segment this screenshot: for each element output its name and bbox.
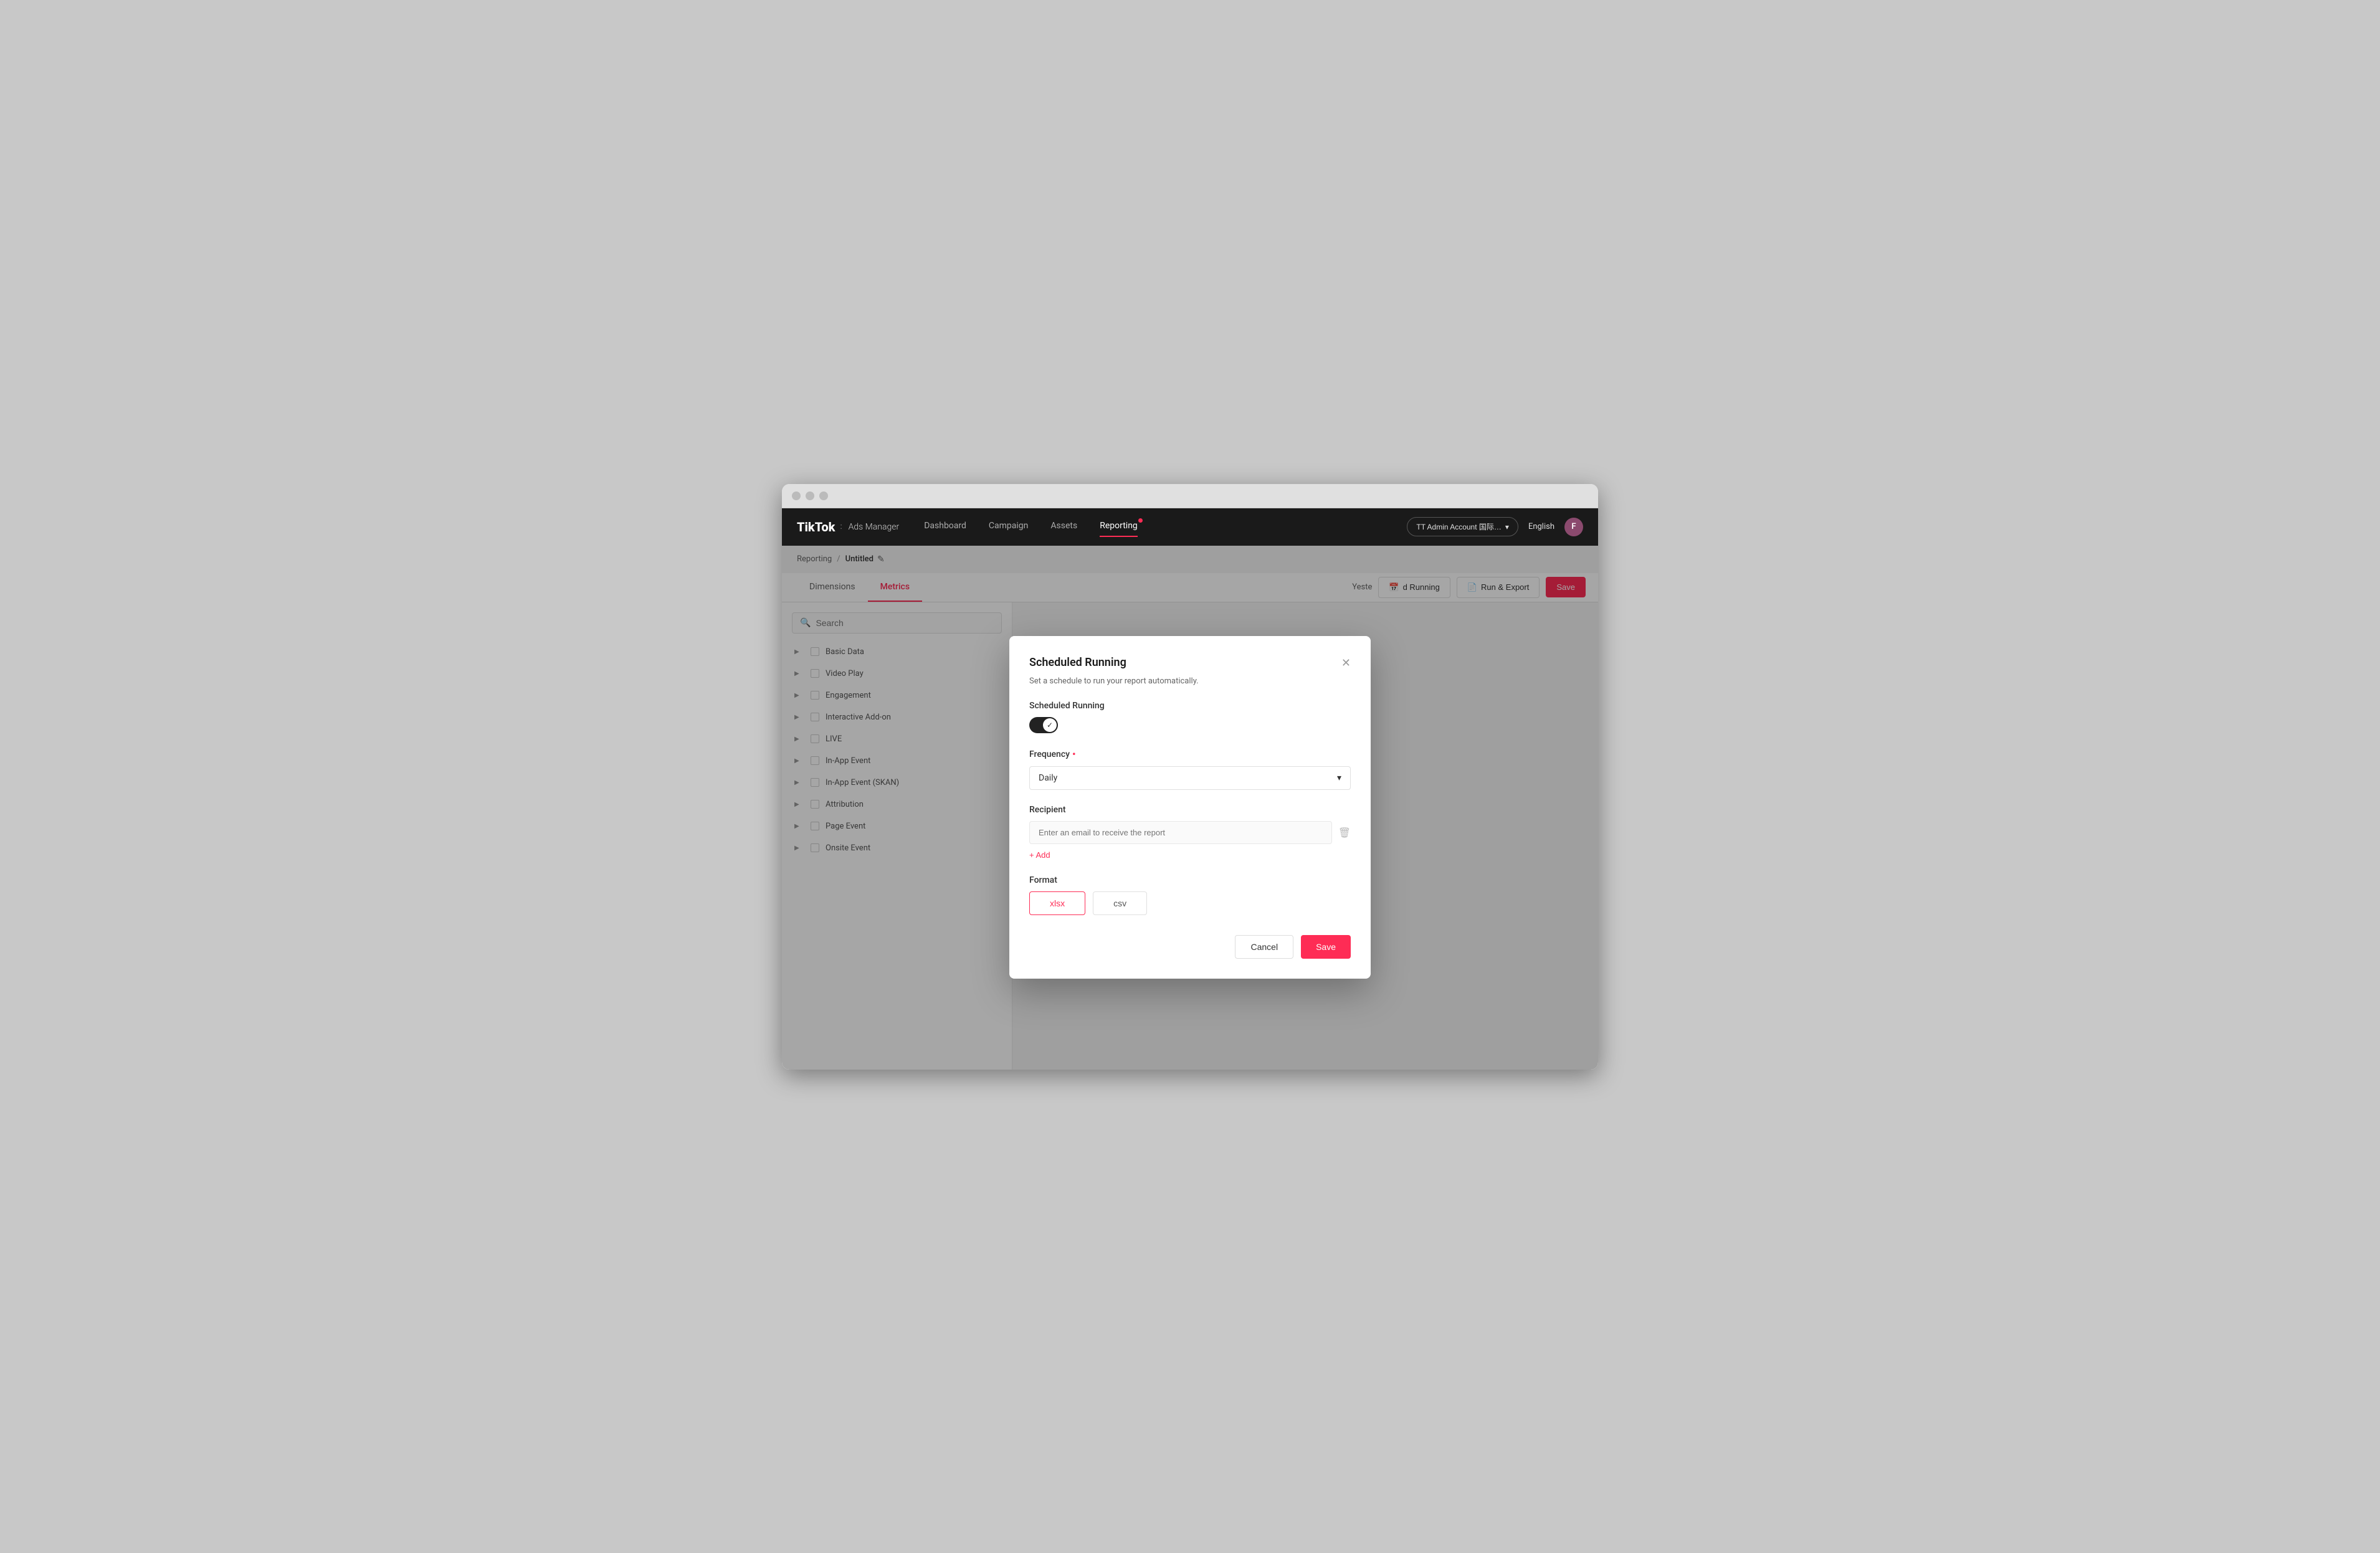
nav-links: Dashboard Campaign Assets Reporting (924, 521, 1382, 533)
required-dot: • (1072, 748, 1076, 760)
brand-logo: TikTok: Ads Manager (797, 520, 899, 534)
nav-campaign[interactable]: Campaign (989, 521, 1028, 533)
modal-save-button[interactable]: Save (1301, 935, 1351, 959)
add-recipient-button[interactable]: + Add (1029, 850, 1050, 860)
format-group: xlsx csv (1029, 891, 1351, 915)
brand-ads: Ads Manager (849, 522, 900, 532)
brand-tiktok: TikTok (797, 520, 835, 534)
email-input[interactable] (1029, 821, 1332, 844)
scheduled-running-modal: Scheduled Running ✕ Set a schedule to ru… (1009, 636, 1371, 979)
browser-dot-red (792, 492, 801, 500)
format-btn-csv[interactable]: csv (1093, 891, 1147, 915)
recipient-label: Recipient (1029, 805, 1351, 815)
toggle-knob: ✓ (1043, 718, 1057, 732)
frequency-value: Daily (1039, 773, 1057, 783)
browser-dot-green (819, 492, 828, 500)
modal-header: Scheduled Running ✕ (1029, 656, 1351, 669)
modal-cancel-button[interactable]: Cancel (1235, 935, 1293, 959)
modal-subtitle: Set a schedule to run your report automa… (1029, 677, 1351, 686)
browser-dot-yellow (806, 492, 814, 500)
account-button[interactable]: TT Admin Account 国际… ▾ (1407, 517, 1518, 536)
format-section: Format xlsx csv (1029, 875, 1351, 915)
account-label: TT Admin Account 国际… (1416, 521, 1502, 532)
delete-icon[interactable]: 🗑 (1338, 827, 1351, 838)
toggle-wrap: ✓ (1029, 717, 1351, 733)
frequency-label: Frequency • (1029, 748, 1351, 760)
scheduled-running-toggle[interactable]: ✓ (1029, 717, 1058, 733)
chevron-down-icon: ▾ (1337, 773, 1341, 783)
frequency-section: Frequency • Daily ▾ (1029, 748, 1351, 790)
format-label: Format (1029, 875, 1351, 885)
frequency-dropdown[interactable]: Daily ▾ (1029, 766, 1351, 790)
browser-window: TikTok: Ads Manager Dashboard Campaign A… (782, 484, 1598, 1070)
brand-colon: : (840, 522, 842, 531)
page-content: Reporting / Untitled ✎ Dimensions Metric… (782, 546, 1598, 1070)
modal-title: Scheduled Running (1029, 656, 1126, 669)
reporting-dot (1138, 518, 1143, 523)
nav-assets[interactable]: Assets (1050, 521, 1077, 533)
nav-reporting[interactable]: Reporting (1100, 521, 1138, 533)
language-selector[interactable]: English (1528, 522, 1554, 531)
nav-dashboard[interactable]: Dashboard (924, 521, 966, 533)
format-btn-xlsx[interactable]: xlsx (1029, 891, 1085, 915)
toggle-label: Scheduled Running (1029, 701, 1351, 711)
top-nav: TikTok: Ads Manager Dashboard Campaign A… (782, 508, 1598, 546)
nav-right: TT Admin Account 国际… ▾ English F (1407, 517, 1583, 536)
recipient-row: 🗑 (1029, 821, 1351, 844)
toggle-section: Scheduled Running ✓ (1029, 701, 1351, 733)
modal-footer: Cancel Save (1029, 935, 1351, 959)
nav-reporting-label: Reporting (1100, 521, 1138, 531)
recipient-section: Recipient 🗑 + Add (1029, 805, 1351, 860)
modal-close-button[interactable]: ✕ (1341, 657, 1351, 668)
frequency-label-text: Frequency (1029, 749, 1070, 759)
chevron-down-icon: ▾ (1505, 523, 1509, 531)
avatar[interactable]: F (1564, 518, 1583, 536)
browser-chrome (782, 484, 1598, 508)
